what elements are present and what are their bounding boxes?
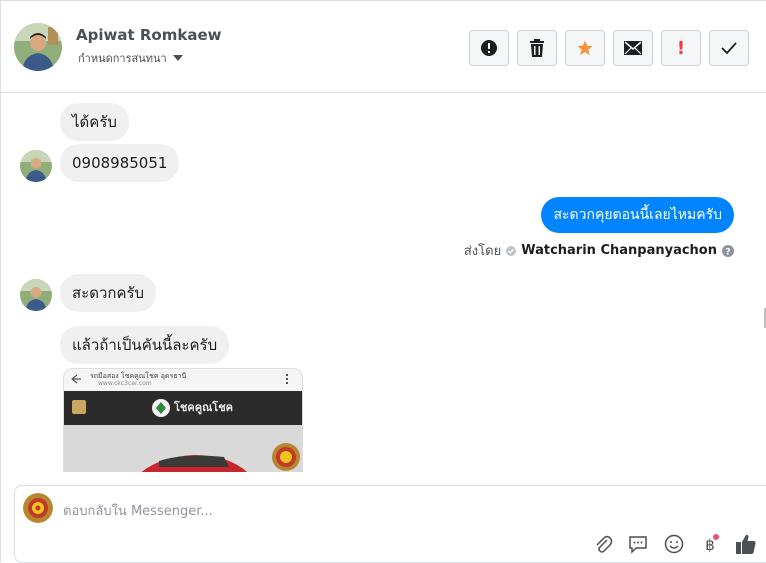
delete-button[interactable] [517, 30, 557, 66]
mark-spam-button[interactable] [469, 30, 509, 66]
page-avatar [23, 493, 53, 523]
message-bubble-incoming[interactable]: ได้ครับ [60, 103, 129, 141]
contact-avatar-small [20, 150, 52, 182]
reply-input[interactable]: ตอบกลับใน Messenger... [63, 500, 213, 521]
mark-done-button[interactable] [709, 30, 749, 66]
message-bubble-incoming[interactable]: 0908985051 [60, 144, 180, 182]
caret-down-icon [172, 55, 183, 61]
message-bubble-outgoing[interactable]: สะดวกคุยตอนนี้เลยไหมครับ [541, 197, 734, 233]
attachment-icon[interactable] [591, 532, 615, 556]
exclamation-icon: ! [676, 37, 686, 59]
mark-unread-button[interactable] [613, 30, 653, 66]
payment-icon[interactable]: ฿ [698, 532, 722, 556]
contact-name[interactable]: Apiwat Romkaew [76, 26, 221, 44]
message-thread[interactable]: ได้ครับ 0908985051 สะดวกคุยตอนนี้เลยไหมค… [1, 94, 766, 472]
checkmark-icon [721, 42, 737, 54]
alert-circle-icon [481, 40, 497, 56]
conversation-header: Apiwat Romkaew กำหนดการสนทนา ! [1, 1, 766, 93]
trash-icon [530, 39, 544, 57]
contact-avatar[interactable] [14, 23, 62, 71]
message-bubble-incoming[interactable]: แล้วถ้าเป็นคันนี้ละครับ [60, 326, 230, 364]
sent-by-line: ส่งโดย Watcharin Chanpanyachon ? [464, 240, 734, 261]
saved-reply-icon[interactable] [626, 532, 650, 556]
envelope-icon [624, 41, 642, 55]
preview-logo-text: โชคคูณโชค [174, 401, 234, 414]
star-button[interactable] [565, 30, 605, 66]
image-attachment[interactable]: รถมือสอง โชคคูณโชค อุดรธานี www.ckc3car.… [63, 368, 303, 472]
svg-text:฿: ฿ [705, 536, 715, 554]
messenger-conversation-panel: Apiwat Romkaew กำหนดการสนทนา ! ได้ครับ 0… [0, 0, 766, 563]
agent-check-icon [506, 245, 517, 256]
emoji-icon[interactable] [662, 532, 686, 556]
star-icon [577, 40, 593, 56]
assign-conversation-label: กำหนดการสนทนา [78, 52, 167, 65]
message-bubble-incoming[interactable]: สะดวกครับ [60, 274, 157, 312]
sent-by-agent: Watcharin Chanpanyachon [521, 243, 717, 258]
follow-up-button[interactable]: ! [661, 30, 701, 66]
svg-text:?: ? [725, 247, 730, 257]
contact-avatar-small [20, 279, 52, 311]
sent-by-prefix: ส่งโดย [463, 244, 502, 259]
reply-composer: ตอบกลับใน Messenger... ฿ [14, 485, 766, 563]
preview-url-domain: www.ckc3car.com [98, 380, 152, 387]
assign-conversation-dropdown[interactable]: กำหนดการสนทนา [78, 49, 183, 67]
like-icon[interactable] [734, 532, 758, 556]
help-icon[interactable]: ? [722, 244, 734, 257]
